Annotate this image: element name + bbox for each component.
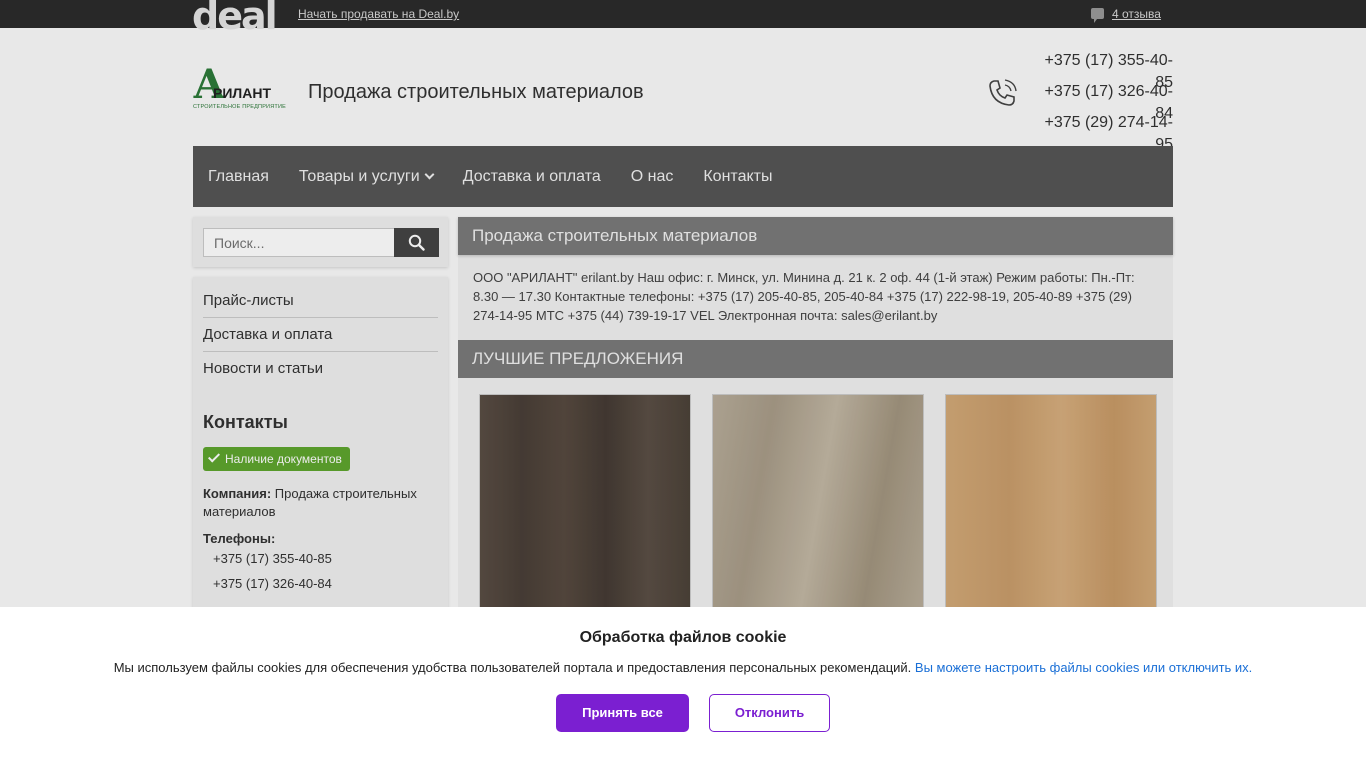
documents-badge[interactable]: Наличие документов (203, 447, 350, 471)
nav-products-label: Товары и услуги (298, 167, 420, 185)
cookie-text: Мы используем файлы cookies для обеспече… (0, 660, 1366, 675)
deal-top-bar: deal Начать продавать на Deal.by 4 отзыв… (0, 0, 1366, 36)
company-logo[interactable]: А РИЛАНТ СТРОИТЕЛЬНОЕ ПРЕДПРИЯТИЕ (193, 65, 293, 113)
reviews-link[interactable]: 4 отзыва (1091, 7, 1161, 23)
nav-products[interactable]: Товары и услуги (298, 167, 435, 186)
logo-name: РИЛАНТ (213, 85, 271, 101)
main-content: Продажа строительных материалов ООО "АРИ… (458, 217, 1173, 667)
search-button[interactable] (394, 228, 439, 257)
sidebar-item-price-lists[interactable]: Прайс-листы (203, 284, 438, 318)
logo-subtitle: СТРОИТЕЛЬНОЕ ПРЕДПРИЯТИЕ (193, 104, 286, 110)
accept-all-button[interactable]: Принять все (556, 694, 689, 732)
chat-bubble-icon (1091, 8, 1104, 23)
product-card-light-oak[interactable] (945, 394, 1157, 624)
header-phone-3[interactable]: +375 (29) 274-14-95 (1027, 112, 1173, 153)
phone-icon (989, 79, 1017, 106)
documents-badge-label: Наличие документов (225, 452, 342, 466)
search-panel (193, 217, 448, 267)
nav-contacts[interactable]: Контакты (703, 168, 772, 186)
sidebar-item-news[interactable]: Новости и статьи (203, 352, 438, 386)
company-description: ООО "АРИЛАНТ" erilant.by Наш офис: г. Ми… (473, 270, 1135, 323)
reviews-count: 4 отзыва (1112, 7, 1161, 21)
header-phones: +375 (17) 355-40-85 +375 (17) 326-40-84 … (1027, 50, 1173, 153)
search-icon (408, 234, 425, 251)
sidebar-phone-1[interactable]: +375 (17) 355-40-85 (203, 546, 438, 571)
header-phone-2[interactable]: +375 (17) 326-40-84 (1027, 81, 1173, 122)
cookie-text-body: Мы используем файлы cookies для обеспече… (113, 660, 912, 675)
phones-label: Телефоны: (203, 531, 276, 546)
sidebar-phone-2[interactable]: +375 (17) 326-40-84 (203, 571, 438, 596)
decline-button[interactable]: Отклонить (709, 694, 830, 732)
start-selling-link[interactable]: Начать продавать на Deal.by (298, 7, 459, 21)
contacts-heading: Контакты (203, 412, 288, 432)
cookie-settings-link[interactable]: Вы можете настроить файлы cookies или от… (915, 660, 1252, 675)
best-offers-heading: ЛУЧШИЕ ПРЕДЛОЖЕНИЯ (458, 340, 1173, 378)
main-heading: Продажа строительных материалов (458, 217, 1173, 255)
chevron-down-icon (424, 169, 435, 179)
header-phone-1[interactable]: +375 (17) 355-40-85 (1027, 50, 1173, 91)
sidebar-item-delivery[interactable]: Доставка и оплата (203, 318, 438, 352)
company-info: Компания: Продажа строительных материало… (203, 485, 438, 521)
nav-home[interactable]: Главная (208, 168, 269, 186)
product-card-grey-oak[interactable] (712, 394, 924, 624)
deal-logo[interactable]: deal (192, 0, 278, 36)
check-icon (207, 450, 221, 463)
main-nav: Главная Товары и услуги Доставка и оплат… (193, 146, 1173, 207)
company-label: Компания: (203, 486, 272, 501)
search-input[interactable] (203, 228, 395, 257)
product-card-dark-oak[interactable] (479, 394, 691, 624)
nav-delivery[interactable]: Доставка и оплата (463, 168, 601, 186)
nav-about[interactable]: О нас (631, 168, 674, 186)
cookie-banner: Обработка файлов cookie Мы используем фа… (0, 607, 1366, 768)
site-title: Продажа строительных материалов (308, 81, 644, 103)
cookie-title: Обработка файлов cookie (579, 629, 787, 646)
